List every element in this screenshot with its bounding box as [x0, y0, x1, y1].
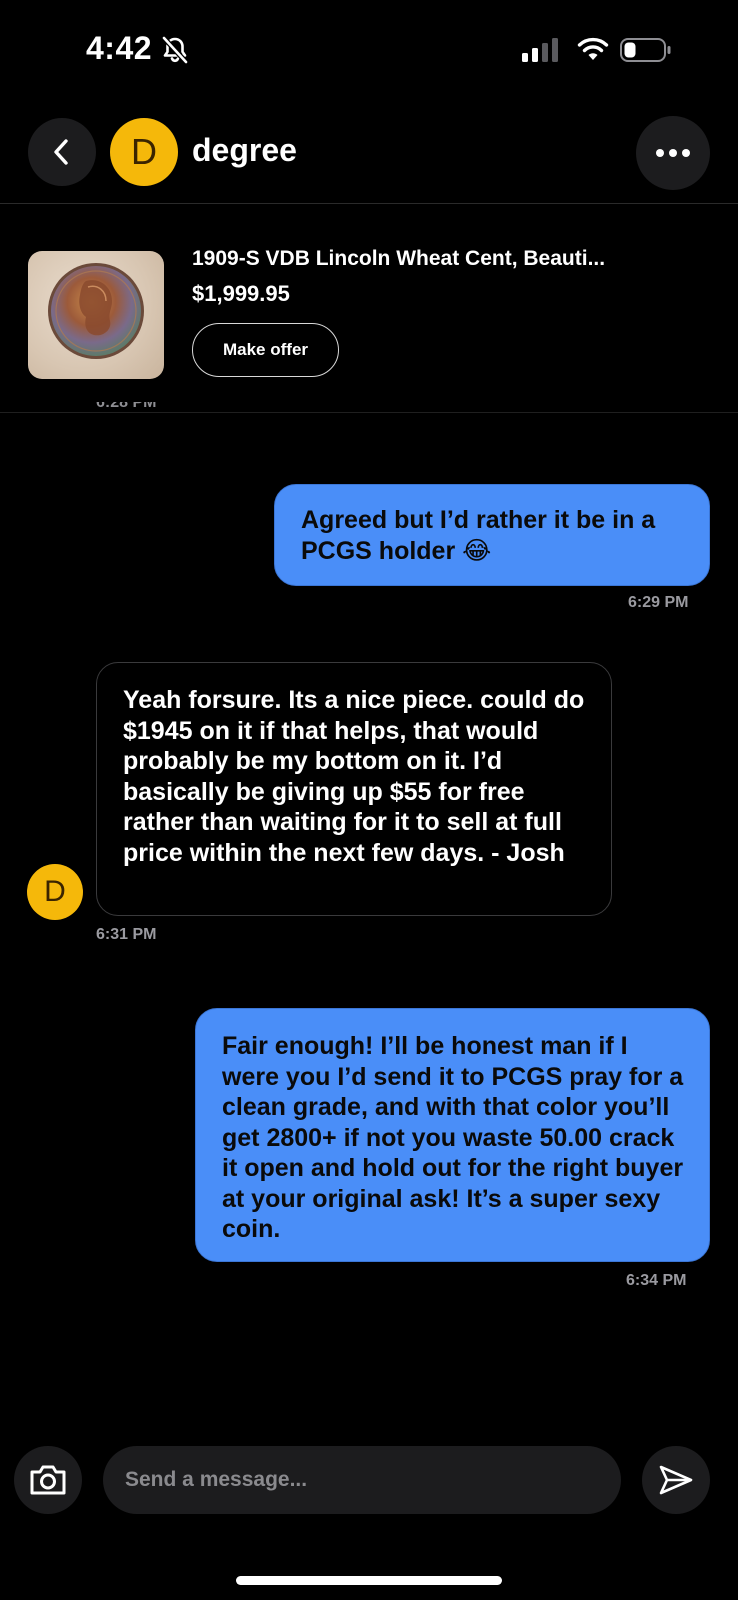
listing-price: $1,999.95	[192, 281, 290, 306]
message-input[interactable]	[103, 1446, 621, 1514]
camera-icon	[30, 1465, 66, 1495]
make-offer-button[interactable]: Make offer	[192, 323, 339, 377]
message-timestamp: 6:28 PM	[96, 402, 157, 411]
chevron-left-icon	[54, 139, 68, 165]
sent-message[interactable]: Agreed but I’d rather it be in a PCGS ho…	[274, 484, 710, 586]
message-timestamp: 6:34 PM	[626, 1272, 687, 1289]
message-composer	[0, 1440, 738, 1540]
sent-message[interactable]: Fair enough! I’ll be honest man if I wer…	[195, 1008, 710, 1262]
bell-slash-icon	[162, 36, 188, 64]
conversation-header: D degree	[0, 110, 738, 204]
avatar[interactable]: D	[110, 118, 178, 186]
camera-button[interactable]	[14, 1446, 82, 1514]
message-text: Yeah forsure. Its a nice piece. could do…	[123, 686, 585, 867]
home-indicator[interactable]	[236, 1576, 502, 1585]
message-timestamp: 6:29 PM	[628, 594, 689, 611]
back-button[interactable]	[28, 118, 96, 186]
listing-image[interactable]	[28, 251, 164, 379]
more-horizontal-icon	[656, 149, 690, 157]
send-icon	[659, 1465, 693, 1495]
coin-image	[48, 263, 144, 359]
send-button[interactable]	[642, 1446, 710, 1514]
status-time: 4:42	[86, 30, 153, 66]
status-bar: 4:42	[0, 0, 738, 100]
message-timestamp: 6:31 PM	[96, 926, 157, 943]
more-options-button[interactable]	[636, 116, 710, 190]
sender-avatar[interactable]: D	[27, 864, 83, 920]
listing-title[interactable]: 1909-S VDB Lincoln Wheat Cent, Beauti...	[192, 247, 712, 271]
cellular-signal-icon	[522, 38, 558, 62]
battery-icon	[620, 38, 671, 62]
message-text: Fair enough! I’ll be honest man if I wer…	[222, 1032, 684, 1243]
listing-card[interactable]: 1909-S VDB Lincoln Wheat Cent, Beauti...…	[0, 205, 738, 413]
contact-name[interactable]: degree	[192, 132, 297, 169]
received-message[interactable]: Yeah forsure. Its a nice piece. could do…	[96, 662, 612, 916]
message-text: Agreed but I’d rather it be in a PCGS ho…	[301, 506, 656, 565]
wifi-icon	[577, 37, 609, 60]
